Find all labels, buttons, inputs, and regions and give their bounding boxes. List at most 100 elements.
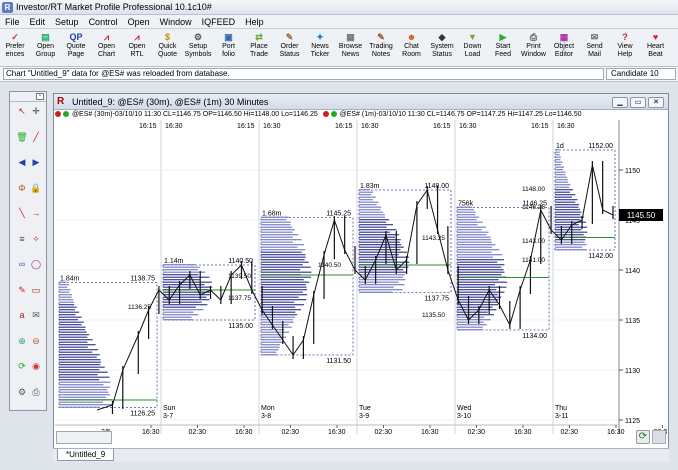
view-help-button[interactable]: ? View Help (610, 29, 640, 67)
pen-icon[interactable]: ✎ (16, 284, 28, 296)
profile-bar (163, 266, 200, 268)
profile-bar (359, 261, 410, 263)
box-icon[interactable]: ▭ (30, 284, 42, 296)
setup-symbols-icon: ⚙ (193, 32, 203, 42)
open-group-button[interactable]: ▤ Open Group (31, 29, 61, 67)
toolbar-label: Setup Symbols (184, 43, 212, 58)
lock-icon[interactable]: 🔒 (30, 182, 42, 194)
delete-icon[interactable]: 🗑 (16, 131, 28, 143)
profile-bar (261, 346, 280, 348)
menu-iqfeed[interactable]: IQFEED (197, 17, 241, 27)
profile-bar (457, 221, 483, 223)
print-icon[interactable]: ⎙ (30, 386, 42, 398)
chart-window-titlebar[interactable]: R Untitled_9: @ES# (30m), @ES# (1m) 30 M… (54, 94, 668, 110)
order-status-icon: ✎ (285, 32, 294, 42)
open-chart-button[interactable]: ⩘ Open Chart (92, 29, 122, 67)
minimize-button[interactable]: ▁ (612, 97, 628, 108)
diagonal-line-icon[interactable]: ╲ (16, 207, 28, 219)
profile-bar (261, 309, 301, 311)
chat-room-button[interactable]: ☻ Chat Room (397, 29, 427, 67)
text-icon[interactable]: a (16, 309, 28, 321)
chart-window[interactable]: R Untitled_9: @ES# (30m), @ES# (1m) 30 M… (53, 93, 671, 463)
profile-bar (163, 276, 210, 278)
note-icon[interactable]: ✉ (30, 309, 42, 321)
portfolio-button[interactable]: ▣ Port folio (214, 29, 244, 67)
profile-bar (59, 354, 100, 356)
profile-volume-label: 1.14m (164, 258, 184, 265)
y-axis-tick-label: 1150 (625, 168, 640, 175)
system-status-button[interactable]: ◆ System Status (427, 29, 457, 67)
market-profile-chart[interactable]: 16:15 16:30 16:15 16:30 16:15 16:30 16:15 16:30… (55, 120, 671, 438)
profile-bar (457, 301, 498, 303)
zoom-out-icon[interactable]: ⊖ (30, 335, 42, 347)
price-level-label: 1146.25 (522, 204, 545, 211)
menu-file[interactable]: File (0, 17, 25, 27)
open-rtl-button[interactable]: ⩘ Open RTL (122, 29, 152, 67)
heartbeat-button[interactable]: ♥ Heart Beat (641, 29, 671, 67)
crosshair-icon[interactable]: ✛ (30, 105, 42, 117)
menu-open[interactable]: Open (123, 17, 155, 27)
fibonacci-icon[interactable]: Φ (16, 182, 28, 194)
arrow-left-icon[interactable]: ◀ (16, 156, 28, 168)
ellipse-icon[interactable]: ◯ (30, 258, 42, 270)
drawing-tools-palette[interactable]: ▫ ↖ ✛ 🗑 ╱ ◀ ▶ Φ 🔒 ╲ → ≡ ✧ ∞ ◯ ✎ ▭ a ✉ ⊕ ⊖ ⟳ ◉ ⚙ ⎙ (9, 91, 47, 411)
palette-grip[interactable]: ▫ (10, 92, 46, 102)
profile-bar (555, 214, 581, 216)
menu-window[interactable]: Window (155, 17, 197, 27)
profile-bar (457, 226, 486, 228)
day-label: Thu (555, 405, 567, 412)
bottom-bar (0, 462, 678, 470)
news-ticker-button[interactable]: ✦ News Ticker (305, 29, 335, 67)
ray-icon[interactable]: → (30, 207, 42, 219)
print-window-button[interactable]: ⎙ Print Window (519, 29, 549, 67)
download-button[interactable]: ▼ Down Load (458, 29, 488, 67)
profile-bar (59, 341, 88, 343)
camera-icon[interactable]: ◉ (30, 360, 42, 372)
place-trade-button[interactable]: ⇄ Place Trade (244, 29, 274, 67)
profile-bar (261, 261, 309, 263)
zoom-in-icon[interactable]: ⊕ (16, 335, 28, 347)
profile-high-label: 1138.75 (130, 276, 155, 283)
day-label: Mon (261, 405, 275, 412)
profile-bar (59, 401, 103, 403)
palette-close-icon[interactable]: ▫ (36, 93, 44, 100)
profile-bar (261, 319, 293, 321)
preferences-button[interactable]: ✓ Prefer ences (0, 29, 30, 67)
setup-symbols-button[interactable]: ⚙ Setup Symbols (183, 29, 213, 67)
profile-bar (59, 314, 76, 316)
profile-bar (457, 324, 487, 326)
gann-icon[interactable]: ✧ (30, 233, 42, 245)
toolbar-label: Prefer ences (5, 43, 25, 58)
series-2-info: @ES# (1m)-03/10/10 11:30 CL=1146.75 OP=1… (339, 111, 582, 118)
chart-plot-area[interactable]: 16:15 16:30 16:15 16:30 16:15 16:30 16:15 16:30… (55, 120, 671, 438)
profile-bar (261, 259, 305, 261)
object-editor-button[interactable]: ▦ Object Editor (549, 29, 579, 67)
menu-edit[interactable]: Edit (25, 17, 51, 27)
print-window-icon: ⎙ (529, 32, 538, 42)
quote-page-button[interactable]: QP Quote Page (61, 29, 91, 67)
trading-notes-icon: ✎ (377, 32, 385, 42)
start-feed-button[interactable]: ▶ Start Feed (488, 29, 518, 67)
order-status-button[interactable]: ✎ Order Status (275, 29, 305, 67)
zoom-icon[interactable]: ⟳ (636, 430, 650, 444)
settings-icon[interactable]: ⚙ (16, 386, 28, 398)
arrow-right-icon[interactable]: ▶ (30, 156, 42, 168)
menu-control[interactable]: Control (84, 17, 123, 27)
profile-bar (359, 241, 400, 243)
menu-setup[interactable]: Setup (50, 17, 84, 27)
maximize-button[interactable]: ▭ (630, 97, 646, 108)
close-button[interactable]: ✕ (648, 97, 664, 108)
send-mail-button[interactable]: ✉ Send Mail (580, 29, 610, 67)
cycle-icon[interactable]: ∞ (16, 258, 28, 270)
browse-news-button[interactable]: ▦ Browse News (336, 29, 366, 67)
profile-bar (261, 266, 311, 268)
horizontal-scrollbar[interactable] (56, 431, 112, 444)
tab-untitled-9[interactable]: *Untitled_9 (57, 449, 115, 461)
trading-notes-button[interactable]: ✎ Trading Notes (366, 29, 396, 67)
quick-quote-button[interactable]: $ Quick Quote (153, 29, 183, 67)
menu-help[interactable]: Help (240, 17, 269, 27)
channel-icon[interactable]: ≡ (16, 233, 28, 245)
pointer-icon[interactable]: ↖ (16, 105, 28, 117)
refresh-icon[interactable]: ⟳ (16, 360, 28, 372)
trendline-icon[interactable]: ╱ (30, 131, 42, 143)
